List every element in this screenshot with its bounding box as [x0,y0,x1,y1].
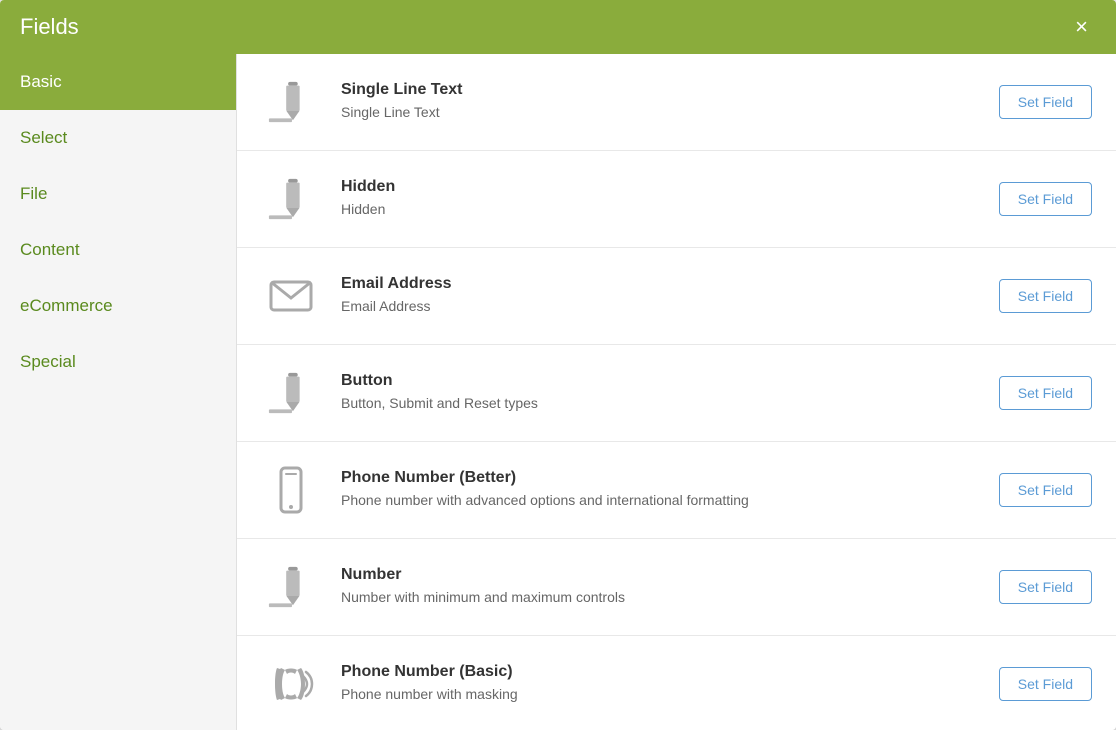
field-name-hidden: Hidden [341,178,979,196]
set-field-button-email-address[interactable]: Set Field [999,279,1092,313]
set-field-button-phone-number-basic[interactable]: Set Field [999,667,1092,701]
field-info-phone-number-basic: Phone Number (Basic) Phone number with ma… [341,663,979,705]
field-info-number: Number Number with minimum and maximum co… [341,566,979,608]
phone-sound-icon [261,654,321,714]
field-desc-phone-number-basic: Phone number with masking [341,685,979,705]
pencil-icon [261,363,321,423]
field-row-button: Button Button, Submit and Reset types Set … [237,345,1116,442]
field-row-single-line-text: Single Line Text Single Line Text Set Fiel… [237,54,1116,151]
field-name-single-line-text: Single Line Text [341,81,979,99]
field-name-button: Button [341,372,979,390]
field-info-button: Button Button, Submit and Reset types [341,372,979,414]
sidebar-item-content[interactable]: Content [0,222,236,278]
pencil-icon [261,557,321,617]
field-info-single-line-text: Single Line Text Single Line Text [341,81,979,123]
set-field-button-phone-number-better[interactable]: Set Field [999,473,1092,507]
field-name-number: Number [341,566,979,584]
field-row-email-address: Email Address Email Address Set Field [237,248,1116,345]
sidebar-item-special[interactable]: Special [0,334,236,390]
sidebar-item-select[interactable]: Select [0,110,236,166]
field-info-hidden: Hidden Hidden [341,178,979,220]
sidebar-item-basic[interactable]: Basic [0,54,236,110]
pencil-icon [261,169,321,229]
email-icon [261,266,321,326]
field-row-phone-number-better: Phone Number (Better) Phone number with a… [237,442,1116,539]
sidebar-item-ecommerce[interactable]: eCommerce [0,278,236,334]
sidebar-item-file[interactable]: File [0,166,236,222]
field-info-phone-number-better: Phone Number (Better) Phone number with a… [341,469,979,511]
field-row-phone-number-basic: Phone Number (Basic) Phone number with ma… [237,636,1116,730]
field-desc-single-line-text: Single Line Text [341,103,979,123]
field-info-email-address: Email Address Email Address [341,275,979,317]
sidebar: BasicSelectFileContenteCommerceSpecial [0,54,237,730]
fields-modal: Fields × BasicSelectFileContenteCommerce… [0,0,1116,730]
field-row-number: Number Number with minimum and maximum co… [237,539,1116,636]
field-row-hidden: Hidden Hidden Set Field [237,151,1116,248]
field-desc-number: Number with minimum and maximum controls [341,588,979,608]
field-name-email-address: Email Address [341,275,979,293]
field-desc-email-address: Email Address [341,297,979,317]
content-area: Single Line Text Single Line Text Set Fiel… [237,54,1116,730]
field-name-phone-number-basic: Phone Number (Basic) [341,663,979,681]
field-desc-phone-number-better: Phone number with advanced options and i… [341,491,979,511]
field-name-phone-number-better: Phone Number (Better) [341,469,979,487]
phone-icon [261,460,321,520]
modal-body: BasicSelectFileContenteCommerceSpecial S… [0,54,1116,730]
modal-header: Fields × [0,0,1116,54]
set-field-button-number[interactable]: Set Field [999,570,1092,604]
field-desc-button: Button, Submit and Reset types [341,394,979,414]
set-field-button-button[interactable]: Set Field [999,376,1092,410]
set-field-button-single-line-text[interactable]: Set Field [999,85,1092,119]
close-button[interactable]: × [1067,12,1096,42]
set-field-button-hidden[interactable]: Set Field [999,182,1092,216]
modal-title: Fields [20,14,79,40]
pencil-icon [261,72,321,132]
field-desc-hidden: Hidden [341,200,979,220]
